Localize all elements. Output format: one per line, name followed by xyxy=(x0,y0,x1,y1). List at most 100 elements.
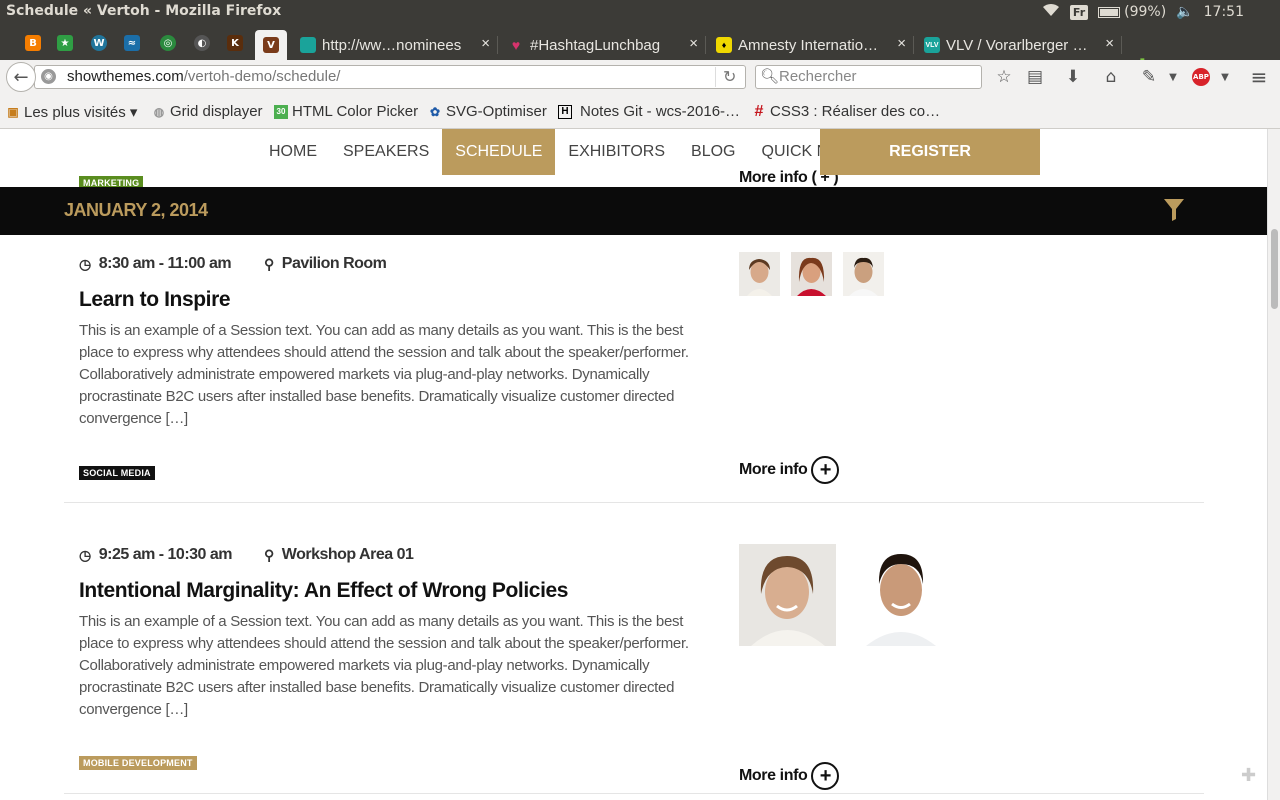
session-time: ◷ 9:25 am - 10:30 am xyxy=(79,546,233,564)
session-tag[interactable]: SOCIAL MEDIA xyxy=(79,466,155,480)
bookmark-label: Les plus visités ▾ xyxy=(24,104,138,121)
nav-home[interactable]: HOME xyxy=(256,129,330,175)
battery-indicator[interactable]: (99%) xyxy=(1098,4,1166,20)
close-icon[interactable]: × xyxy=(1105,35,1114,52)
url-path: /vertoh-demo/schedule/ xyxy=(183,68,341,85)
date-header: JANUARY 2, 2014 xyxy=(0,187,1267,235)
hash-icon: # xyxy=(754,102,764,120)
scrollbar-thumb[interactable] xyxy=(1271,229,1278,309)
search-box[interactable]: 🔍︎ Rechercher xyxy=(755,65,982,89)
clock[interactable]: 17:51 xyxy=(1204,4,1244,20)
home-icon[interactable]: ⌂ xyxy=(1098,65,1124,89)
chevron-down-icon[interactable]: ▼ xyxy=(1212,65,1238,89)
green-circle-icon: ◎ xyxy=(160,35,176,51)
session-location-text: Pavilion Room xyxy=(281,255,387,272)
window-title: Schedule « Vertoh - Mozilla Firefox xyxy=(6,3,282,19)
url-bar[interactable]: ◉ showthemes.com/vertoh-demo/schedule/ ↻ xyxy=(34,65,746,89)
plus-circle-icon: + xyxy=(811,456,840,484)
back-button[interactable]: ← xyxy=(6,62,36,92)
site-identity-icon[interactable]: ◉ xyxy=(41,69,56,84)
session-description: This is an example of a Session text. Yo… xyxy=(79,322,689,427)
speaker-avatar[interactable] xyxy=(843,252,884,296)
nav-exhibitors[interactable]: EXHIBITORS xyxy=(555,129,678,175)
browser-tab[interactable]: ♦ Amnesty Internatio… × xyxy=(706,30,914,60)
bookmark-html-color-picker[interactable]: 30 HTML Color Picker xyxy=(274,103,418,120)
pinned-tab[interactable]: K xyxy=(222,30,248,56)
page-scrollbar[interactable] xyxy=(1267,129,1280,800)
eyedropper-icon[interactable]: ✎ xyxy=(1136,65,1162,89)
bookmark-notes-git[interactable]: H Notes Git - wcs-2016-… xyxy=(558,103,740,120)
star-app-icon: ★ xyxy=(57,35,73,51)
url-text[interactable]: showthemes.com/vertoh-demo/schedule/ xyxy=(67,68,340,85)
speaker-avatar[interactable] xyxy=(858,544,944,646)
speaker-avatar[interactable] xyxy=(739,252,780,296)
reload-icon[interactable]: ↻ xyxy=(723,67,736,87)
bookmark-grid-displayer[interactable]: ◍ Grid displayer xyxy=(152,103,263,120)
map-pin-icon: ⚲ xyxy=(264,255,274,272)
browser-tab[interactable]: http://ww…nominees × xyxy=(290,30,498,60)
battery-percent: (99%) xyxy=(1124,4,1167,20)
session-tag[interactable]: MOBILE DEVELOPMENT xyxy=(79,756,197,770)
web-page: MARKETING More info ( + ) HOME SPEAKERS … xyxy=(0,129,1267,800)
bookmark-svg-optimiser[interactable]: ✿ SVG-Optimiser xyxy=(428,103,547,120)
nav-schedule[interactable]: SCHEDULE xyxy=(442,129,556,175)
bookmark-most-visited[interactable]: ▣ Les plus visités ▾ xyxy=(6,103,137,121)
url-host: showthemes.com xyxy=(67,68,184,85)
session-divider xyxy=(64,502,1204,503)
more-info-button[interactable]: More info + xyxy=(739,456,840,484)
bookmark-label: HTML Color Picker xyxy=(292,103,419,120)
more-info-button[interactable]: More info + xyxy=(739,762,840,790)
bookmark-label: Grid displayer xyxy=(170,103,263,120)
navigation-toolbar: ← ◉ showthemes.com/vertoh-demo/schedule/… xyxy=(0,60,1280,94)
close-icon[interactable]: × xyxy=(689,35,698,52)
download-icon[interactable]: ⬇ xyxy=(1060,65,1086,89)
session-time: ◷ 8:30 am - 11:00 am xyxy=(79,255,232,273)
site-navigation: HOME SPEAKERS SCHEDULE EXHIBITORS BLOG Q… xyxy=(256,129,861,175)
session-time-text: 9:25 am - 10:30 am xyxy=(98,546,233,563)
tab-label: http://ww…nominees xyxy=(322,36,462,54)
close-icon[interactable]: × xyxy=(481,35,490,52)
browser-tab[interactable]: VLV VLV / Vorarlberger … × xyxy=(914,30,1122,60)
menu-icon[interactable]: ≡ xyxy=(1246,65,1272,89)
move-handle-icon[interactable]: ✚ xyxy=(1241,765,1256,786)
tab-label: #HashtagLunchbag xyxy=(530,36,661,54)
search-placeholder: Rechercher xyxy=(779,68,857,85)
volume-icon[interactable]: 🔈 xyxy=(1176,4,1193,20)
h-icon: H xyxy=(558,104,572,119)
reading-list-icon[interactable]: ▤ xyxy=(1022,65,1048,89)
pinned-tab[interactable]: ★ xyxy=(52,30,78,56)
bookmark-star-icon[interactable]: ☆ xyxy=(991,65,1017,89)
site-favicon-icon xyxy=(300,37,316,53)
session-location: ⚲ Pavilion Room xyxy=(264,255,387,273)
pinned-tab[interactable]: W xyxy=(86,30,112,56)
keyboard-layout-indicator[interactable]: Fr xyxy=(1069,4,1089,20)
session-title[interactable]: Intentional Marginality: An Effect of Wr… xyxy=(79,579,568,603)
browser-tab[interactable]: ♥ #HashtagLunchbag × xyxy=(498,30,706,60)
bookmark-label: SVG-Optimiser xyxy=(446,103,547,120)
chevron-down-icon[interactable]: ▼ xyxy=(1160,65,1186,89)
nav-speakers[interactable]: SPEAKERS xyxy=(330,129,442,175)
more-info-label: More info xyxy=(739,461,808,478)
pinned-tab[interactable]: ◐ xyxy=(189,30,215,56)
bookmark-css3[interactable]: # CSS3 : Réaliser des co… xyxy=(752,102,941,121)
register-button[interactable]: REGISTER xyxy=(820,129,1040,175)
session-divider xyxy=(64,793,1204,794)
pinned-tab[interactable]: B xyxy=(20,30,46,56)
close-icon[interactable]: × xyxy=(897,35,906,52)
session-title[interactable]: Learn to Inspire xyxy=(79,288,231,312)
wifi-icon[interactable] xyxy=(1042,3,1060,21)
map-pin-icon: ⚲ xyxy=(264,546,274,563)
nav-blog[interactable]: BLOG xyxy=(678,129,748,175)
session-time-text: 8:30 am - 11:00 am xyxy=(98,255,232,272)
session-description: This is an example of a Session text. Yo… xyxy=(79,613,689,718)
pinned-tab[interactable]: ◎ xyxy=(155,30,181,56)
speaker-avatar[interactable] xyxy=(739,544,836,646)
pinned-tab[interactable]: ≈ xyxy=(119,30,145,56)
wordpress-icon: W xyxy=(91,35,107,51)
speaker-avatar[interactable] xyxy=(791,252,832,296)
pinned-tab-active[interactable]: V xyxy=(255,30,287,60)
adblock-icon[interactable]: ABP xyxy=(1188,65,1214,89)
filter-icon[interactable] xyxy=(1164,199,1184,221)
amnesty-favicon-icon: ♦ xyxy=(716,37,732,53)
url-separator xyxy=(715,67,716,87)
